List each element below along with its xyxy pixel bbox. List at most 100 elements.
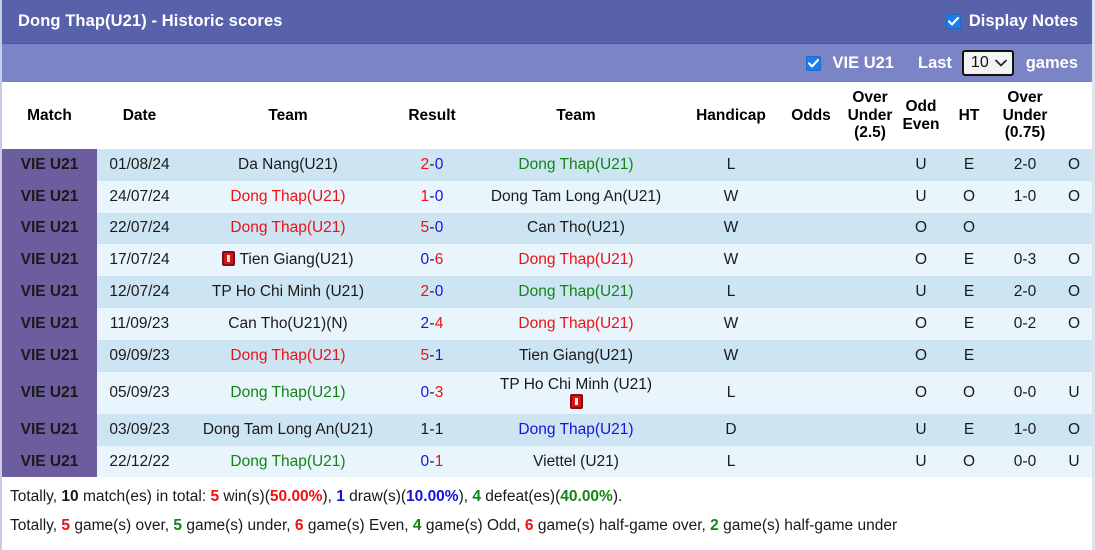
col-header-odd-even[interactable]: Odd Even [898,82,944,149]
team-name: Da Nang(U21) [238,155,338,173]
col-header-ht[interactable]: HT [944,82,994,149]
cell-handicap [780,339,842,372]
cell-result[interactable]: 5-1 [394,339,470,372]
display-notes-group[interactable]: Display Notes [945,12,1078,31]
cell-match[interactable]: VIE U21 [2,413,97,446]
col-header-handicap[interactable]: Handicap [682,82,780,149]
red-card-icon [222,251,236,267]
col-header-odds[interactable]: Odds [780,82,842,149]
col-header-date[interactable]: Date [97,82,182,149]
score-home: 1 [420,420,430,438]
cell-team-away[interactable]: Can Tho(U21) [470,212,682,245]
cell-match[interactable]: VIE U21 [2,276,97,308]
cell-team-home[interactable]: Tien Giang(U21) [182,244,394,277]
summary-token: 5 [61,517,71,535]
score-away: 1 [434,452,444,470]
last-label: Last [917,53,952,72]
cell-outcome: L [682,149,780,181]
cell-over-under-25: O [898,339,944,372]
cell-team-home[interactable]: Dong Thap(U21) [182,212,394,245]
display-notes-label: Display Notes [968,12,1078,30]
cell-team-home[interactable]: Dong Thap(U21) [182,339,394,372]
cell-team-away[interactable]: Dong Thap(U21) [470,244,682,277]
cell-match[interactable]: VIE U21 [2,371,97,414]
col-header-team-away[interactable]: Team [470,82,682,149]
table-row[interactable]: VIE U21 17/07/24 Tien Giang(U21) 0-6 Dong Th… [2,244,1092,277]
games-count-value: 10 [970,54,989,71]
cell-team-away[interactable]: TP Ho Chi Minh (U21) [470,371,682,414]
cell-team-home[interactable]: Dong Thap(U21) [182,371,394,414]
col-header-over-under-25[interactable]: Over Under (2.5) [842,82,898,149]
cell-result[interactable]: 0-6 [394,244,470,277]
cell-date: 12/07/24 [97,276,182,308]
table-row[interactable]: VIE U21 22/07/24 Dong Thap(U21) 5-0 Can Tho(… [2,212,1092,245]
table-row[interactable]: VIE U21 24/07/24 Dong Thap(U21) 1-0 Dong Tam… [2,180,1092,213]
cell-team-away[interactable]: Tien Giang(U21) [470,339,682,372]
cell-odd-even: O [944,180,994,213]
summary-footer: Totally, 10 match(es) in total: 5 win(s)… [2,477,1092,541]
cell-odd-even: O [944,445,994,478]
cell-over-under-075: U [1056,371,1092,414]
cell-result[interactable]: 0-3 [394,371,470,414]
cell-team-home[interactable]: Dong Thap(U21) [182,445,394,478]
cell-result[interactable]: 0-1 [394,445,470,478]
cell-team-home[interactable]: TP Ho Chi Minh (U21) [182,276,394,308]
cell-odds [842,307,898,340]
table-row[interactable]: VIE U21 05/09/23 Dong Thap(U21) 0-3 TP Ho Ch… [2,371,1092,414]
cell-over-under-25: O [898,307,944,340]
summary-token: 2 [710,517,719,535]
cell-team-home[interactable]: Dong Thap(U21) [182,180,394,213]
cell-result[interactable]: 1-1 [394,413,470,446]
cell-odds [842,339,898,372]
cell-team-away[interactable]: Viettel (U21) [470,445,682,478]
summary-token: game(s) half-game under [718,517,898,535]
cell-handicap [780,149,842,181]
games-count-select[interactable]: 10 [961,50,1014,76]
historic-scores-panel: Dong Thap(U21) - Historic scores Display… [0,0,1095,550]
cell-match[interactable]: VIE U21 [2,212,97,245]
cell-match[interactable]: VIE U21 [2,180,97,213]
cell-odds [842,371,898,414]
cell-match[interactable]: VIE U21 [2,307,97,340]
cell-team-away[interactable]: Dong Thap(U21) [470,307,682,340]
cell-odds [842,445,898,478]
cell-result[interactable]: 2-0 [394,149,470,181]
cell-team-away[interactable]: Dong Thap(U21) [470,149,682,181]
summary-line-overunder: Totally, 5 game(s) over, 5 game(s) under… [8,512,1082,541]
league-filter-checkbox[interactable] [805,55,821,71]
table-row[interactable]: VIE U21 22/12/22 Dong Thap(U21) 0-1 Viettel … [2,445,1092,478]
table-row[interactable]: VIE U21 09/09/23 Dong Thap(U21) 5-1 Tien Gia… [2,339,1092,372]
cell-result[interactable]: 2-4 [394,307,470,340]
cell-team-away[interactable]: Dong Thap(U21) [470,413,682,446]
table-row[interactable]: VIE U21 11/09/23 Can Tho(U21)(N) 2-4 Dong Th… [2,307,1092,340]
cell-over-under-075 [1056,339,1092,372]
team-name: Tien Giang(U21) [239,251,354,269]
cell-result[interactable]: 5-0 [394,212,470,245]
col-header-match[interactable]: Match [2,82,97,149]
col-header-over-under-075[interactable]: Over Under (0.75) [994,82,1056,149]
cell-team-away[interactable]: Dong Thap(U21) [470,276,682,308]
cell-match[interactable]: VIE U21 [2,149,97,181]
cell-ht: 0-0 [994,445,1056,478]
display-notes-checkbox[interactable] [945,14,961,29]
cell-over-under-25: O [898,212,944,245]
cell-match[interactable]: VIE U21 [2,339,97,372]
cell-team-home[interactable]: Dong Tam Long An(U21) [182,413,394,446]
col-header-result[interactable]: Result [394,82,470,149]
table-row[interactable]: VIE U21 01/08/24 Da Nang(U21) 2-0 Dong Thap(… [2,149,1092,181]
cell-match[interactable]: VIE U21 [2,445,97,478]
table-row[interactable]: VIE U21 03/09/23 Dong Tam Long An(U21) 1-1 D… [2,413,1092,446]
cell-match[interactable]: VIE U21 [2,244,97,277]
col-header-team-home[interactable]: Team [182,82,394,149]
cell-team-home[interactable]: Da Nang(U21) [182,149,394,181]
score-home: 0 [420,383,430,401]
cell-result[interactable]: 1-0 [394,180,470,213]
team-name: Dong Tam Long An(U21) [202,420,374,438]
cell-team-home[interactable]: Can Tho(U21)(N) [182,307,394,340]
cell-result[interactable]: 2-0 [394,276,470,308]
cell-team-away[interactable]: Dong Tam Long An(U21) [470,180,682,213]
cell-odd-even: E [944,339,994,372]
cell-date: 01/08/24 [97,149,182,181]
league-filter-label: VIE U21 [832,53,894,72]
table-row[interactable]: VIE U21 12/07/24 TP Ho Chi Minh (U21) 2-0 Do… [2,276,1092,308]
